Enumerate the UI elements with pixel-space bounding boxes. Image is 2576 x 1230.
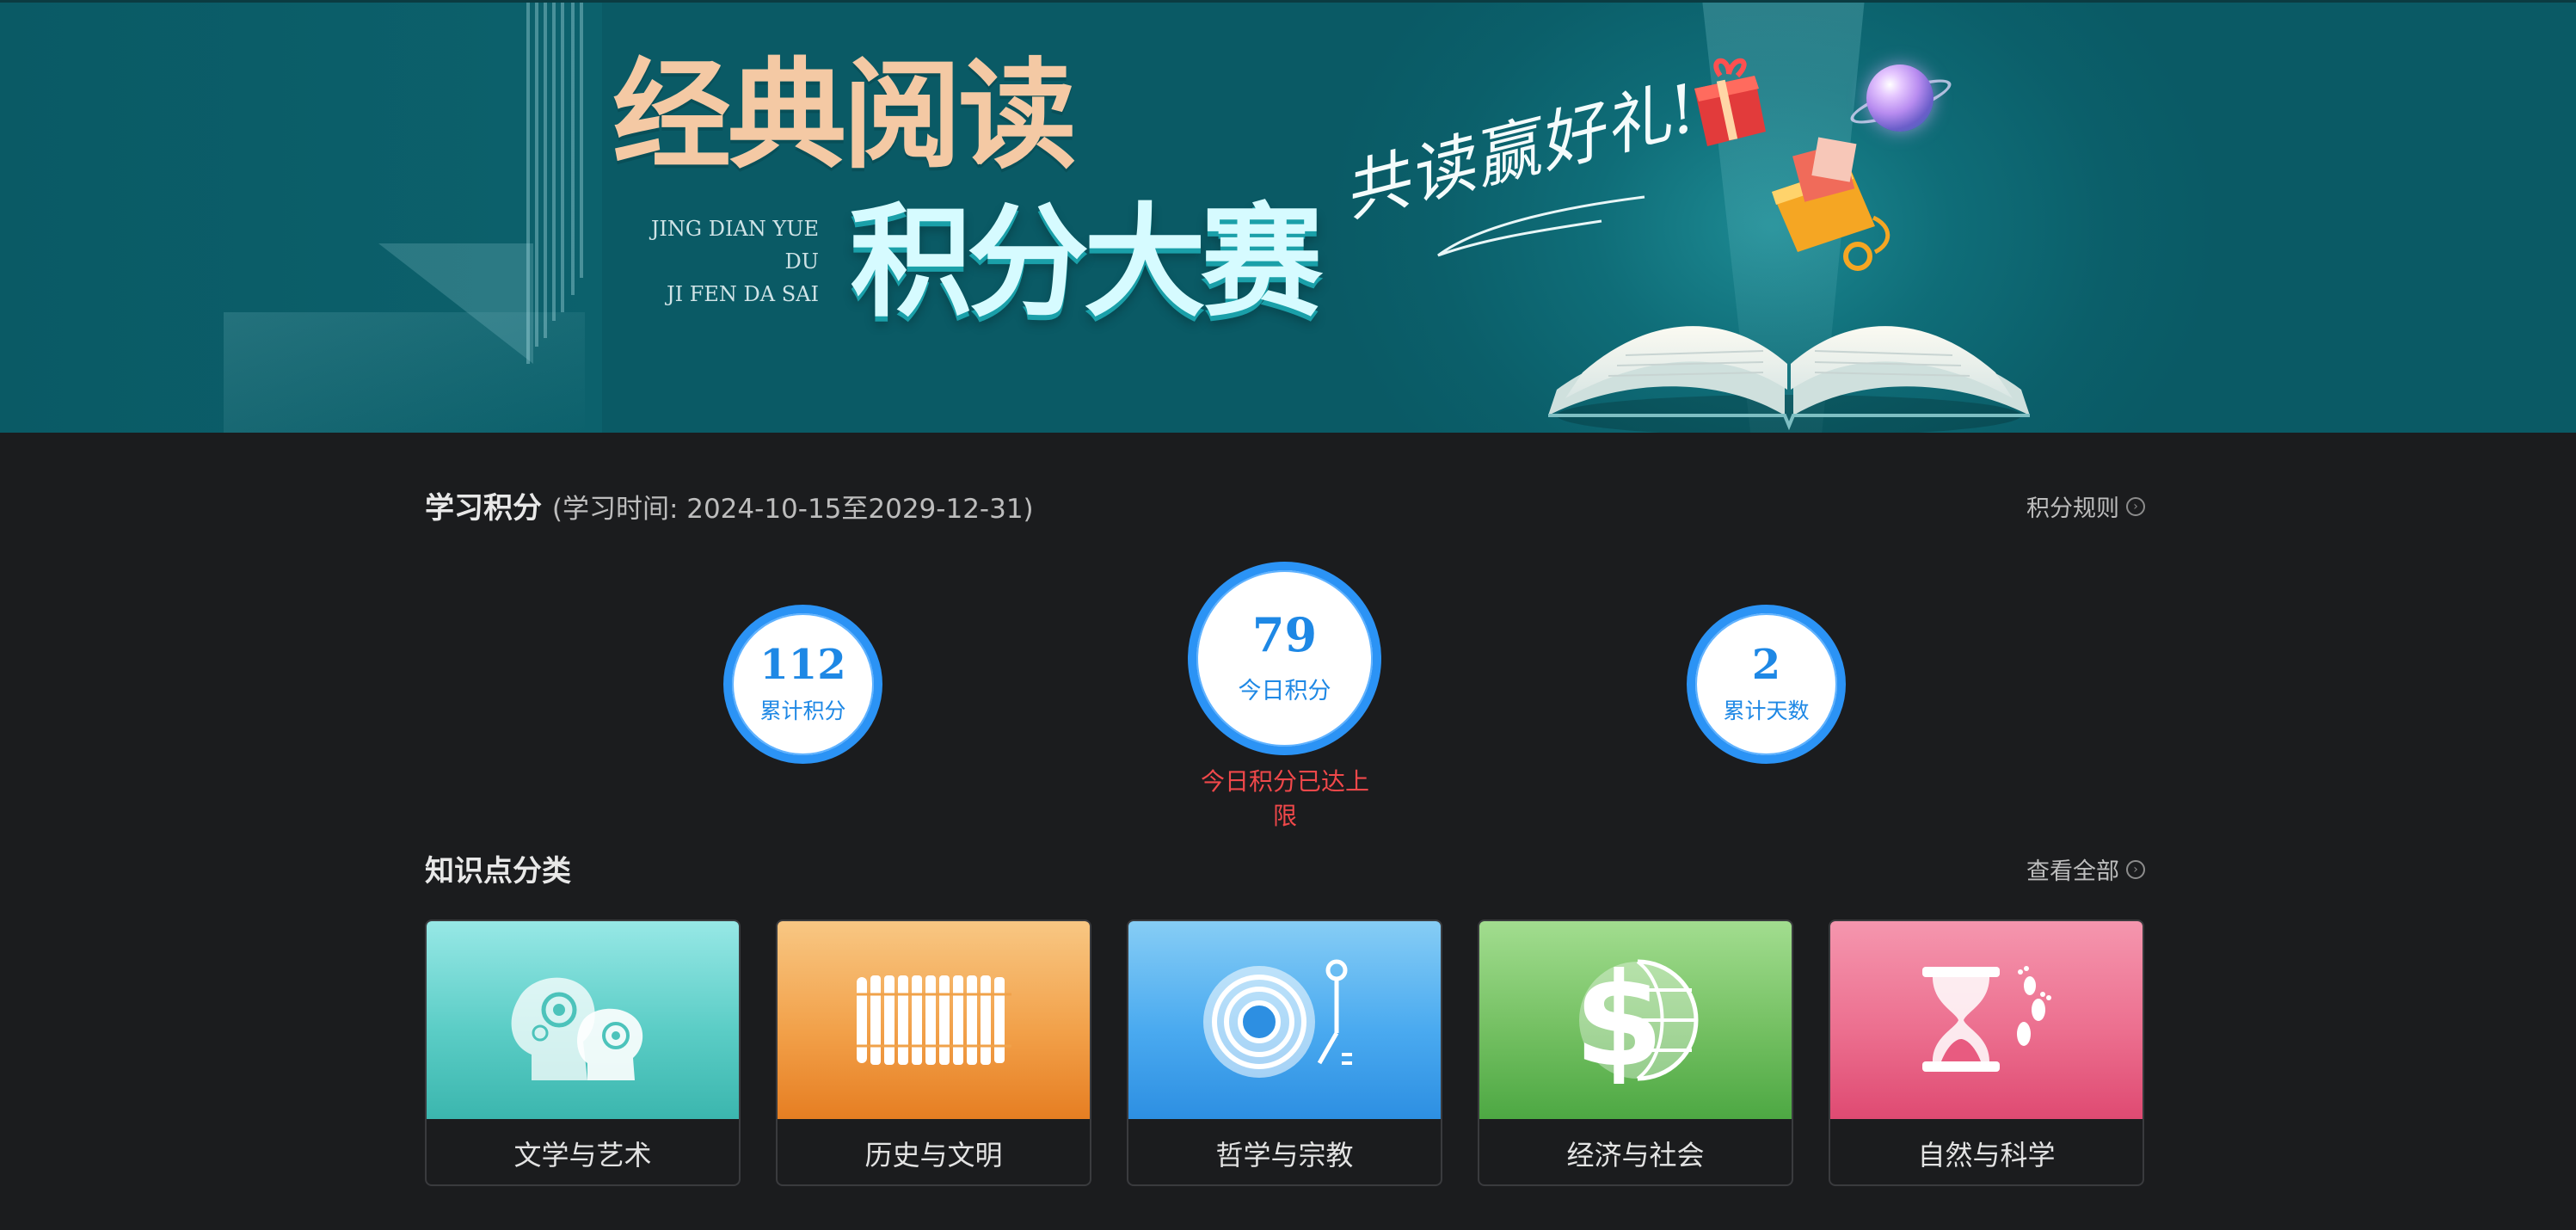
chevron-right-icon: › xyxy=(2126,859,2145,879)
hourglass-icon xyxy=(1921,966,2051,1072)
category-label: 经济与社会 xyxy=(1566,1139,1705,1172)
categories-section-header: 知识点分类 查看全部 › xyxy=(425,847,2145,899)
category-art xyxy=(1830,921,2143,1119)
view-all-label: 查看全部 xyxy=(2026,858,2119,885)
stat-label: 今日积分 xyxy=(1238,678,1331,704)
points-title-text: 学习积分 xyxy=(425,491,542,526)
stat-label: 累计积分 xyxy=(759,698,846,723)
points-title: 学习积分 (学习时间: 2024-10-15至2029-12-31) xyxy=(425,484,1034,526)
category-art xyxy=(778,921,1090,1119)
banner-title-line2: 积分大赛 xyxy=(850,192,1323,334)
heads-icon xyxy=(511,977,642,1080)
banner-pinyin-line2: JI FEN DA SAI xyxy=(667,282,819,306)
points-period: (学习时间: 2024-10-15至2029-12-31) xyxy=(551,494,1034,525)
category-label: 自然与科学 xyxy=(1917,1139,2056,1172)
category-art: $ xyxy=(1479,921,1792,1119)
daily-limit-notice: 今日积分已达上限 xyxy=(1200,767,1369,830)
stat-today-points: 79 今日积分 xyxy=(1188,562,1381,755)
category-card-economy-society[interactable]: $ 经济与社会 xyxy=(1478,919,1793,1186)
category-label: 哲学与宗教 xyxy=(1215,1139,1354,1172)
open-book-icon xyxy=(1548,326,2030,433)
crystal-planet-icon xyxy=(1866,65,1934,132)
category-label: 历史与文明 xyxy=(864,1139,1003,1172)
points-section-header: 学习积分 (学习时间: 2024-10-15至2029-12-31) 积分规则 … xyxy=(425,484,2145,536)
stat-value: 2 xyxy=(1751,640,1781,689)
book-pages-fold xyxy=(378,243,533,364)
category-label: 文学与艺术 xyxy=(513,1139,652,1172)
stat-value: 112 xyxy=(759,640,846,689)
banner-pinyin: JING DIAN YUE DU JI FEN DA SAI xyxy=(636,212,819,311)
stat-total-days: 2 累计天数 xyxy=(1687,605,1846,764)
points-rules-link[interactable]: 积分规则 › xyxy=(2026,489,2145,523)
event-banner: 经典阅读 JING DIAN YUE DU JI FEN DA SAI 积分大赛… xyxy=(0,0,2576,433)
category-art xyxy=(1128,921,1441,1119)
stat-label: 累计天数 xyxy=(1723,698,1810,723)
points-rules-label: 积分规则 xyxy=(2026,495,2119,522)
chevron-right-icon: › xyxy=(2126,496,2145,516)
category-card-nature-science[interactable]: 自然与科学 xyxy=(1829,919,2144,1186)
stat-total-points: 112 累计积分 xyxy=(723,605,882,764)
banner-pinyin-line1: JING DIAN YUE DU xyxy=(650,217,819,274)
bamboo-scroll-icon xyxy=(856,975,1011,1065)
view-all-link[interactable]: 查看全部 › xyxy=(2026,852,2145,886)
category-card-history-civilization[interactable]: 历史与文明 xyxy=(776,919,1091,1186)
svg-text:$: $ xyxy=(1574,951,1663,1089)
stat-value: 79 xyxy=(1251,607,1318,662)
categories-title: 知识点分类 xyxy=(425,854,571,889)
category-art xyxy=(427,921,739,1119)
dollar-globe-icon: $ xyxy=(1574,951,1698,1089)
category-card-literature-art[interactable]: 文学与艺术 xyxy=(425,919,741,1186)
banner-title-line1: 经典阅读 xyxy=(612,45,1077,185)
book-pages-decoration xyxy=(526,3,587,364)
category-card-philosophy-religion[interactable]: 哲学与宗教 xyxy=(1127,919,1442,1186)
record-player-icon xyxy=(1202,959,1352,1078)
